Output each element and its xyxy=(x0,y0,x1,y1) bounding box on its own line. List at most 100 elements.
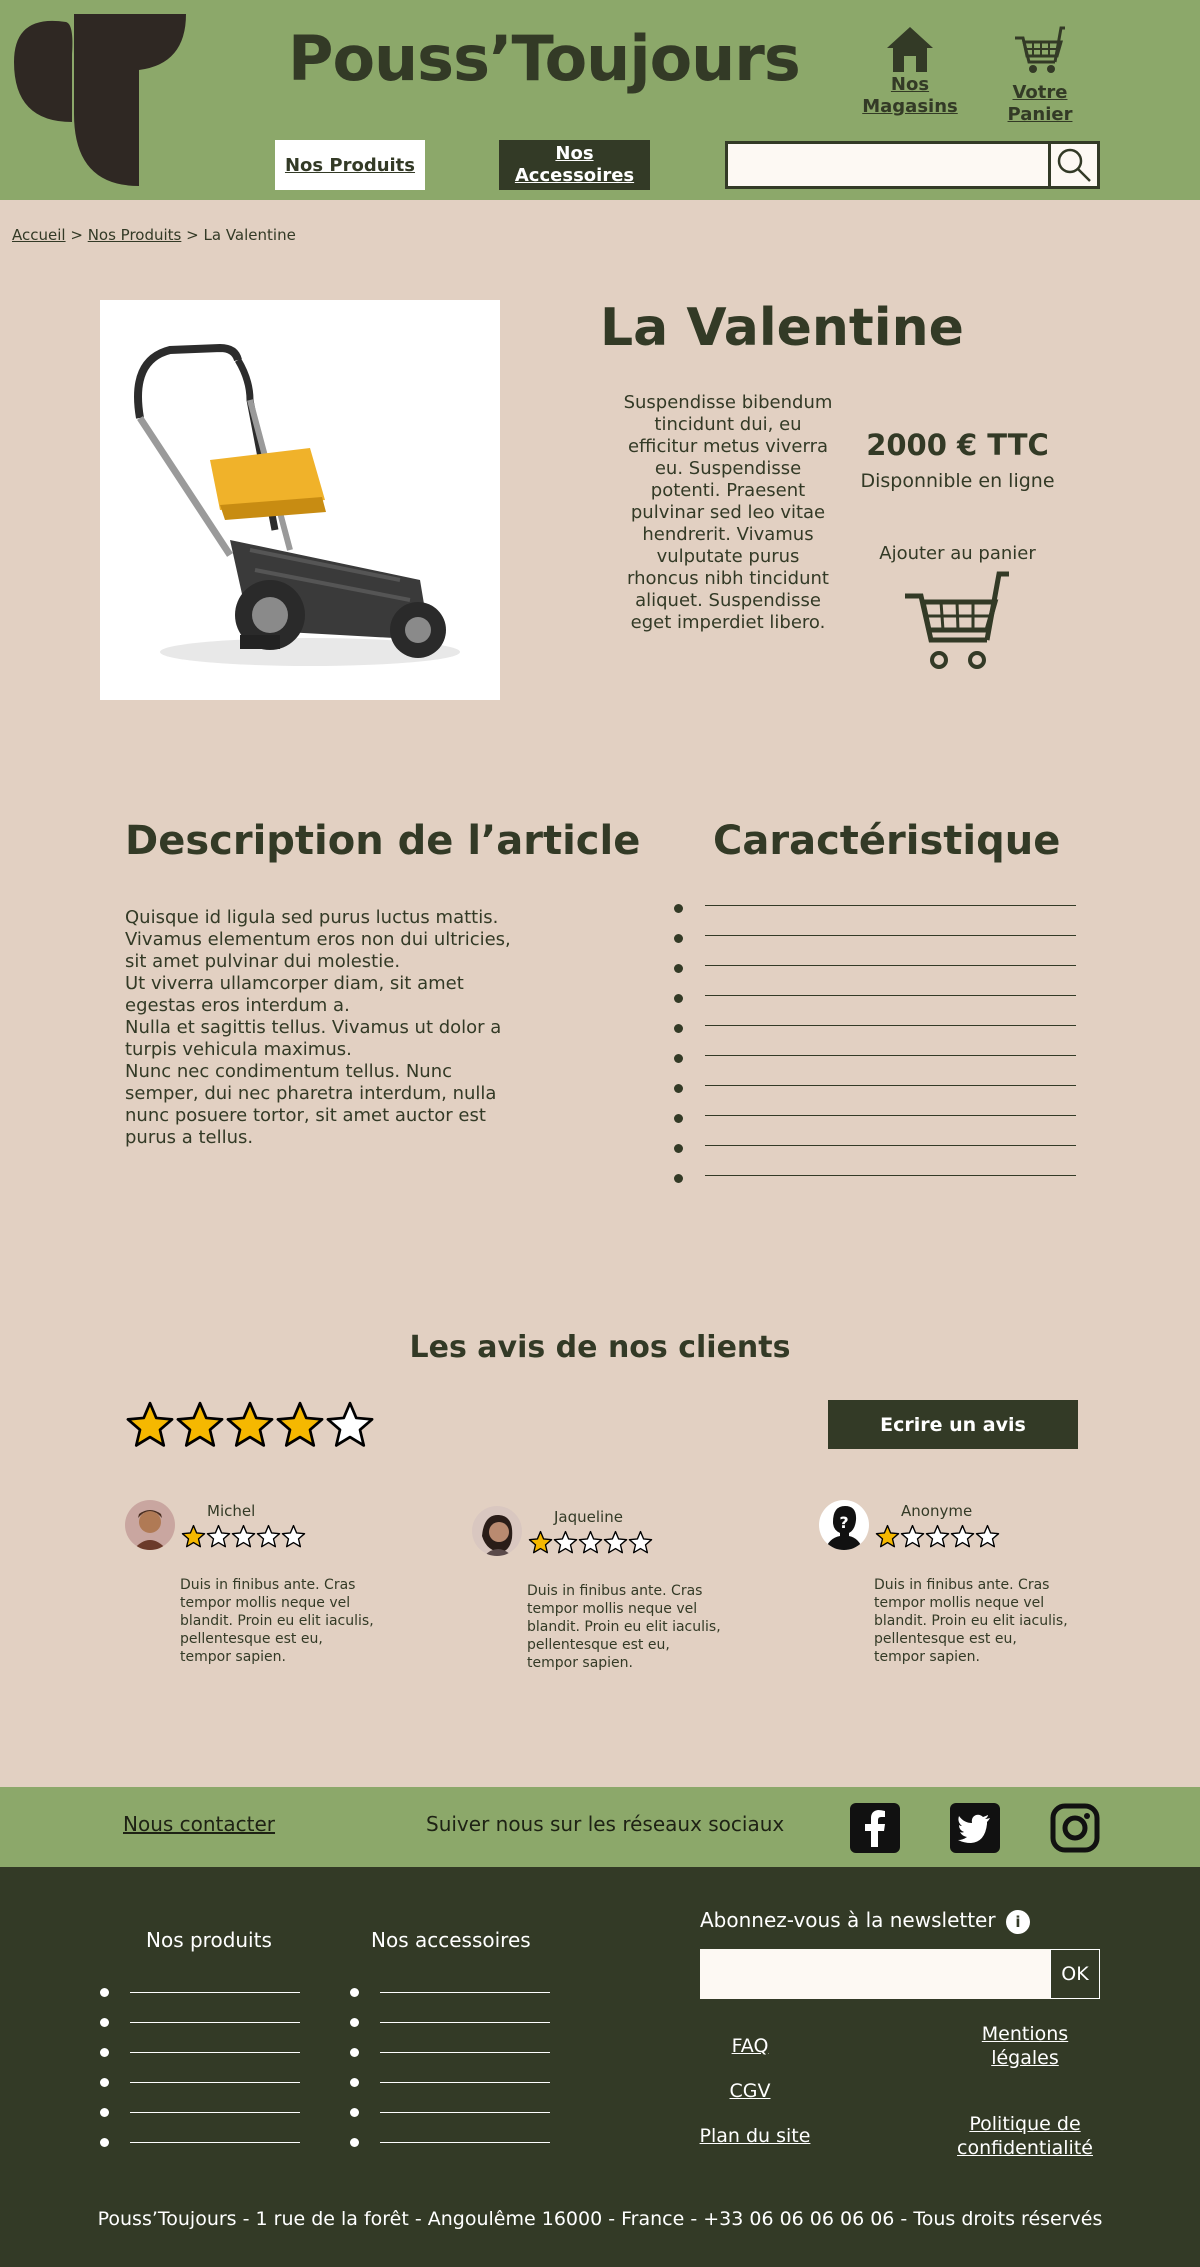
newsletter-submit-button[interactable]: OK xyxy=(1050,1949,1100,1999)
product-title: La Valentine xyxy=(600,298,964,358)
footer-list-item[interactable] xyxy=(350,2069,550,2099)
star-filled-icon xyxy=(181,1524,206,1548)
add-to-cart-icon[interactable] xyxy=(903,568,1013,672)
privacy-policy-link[interactable]: Politique de confidentialité xyxy=(930,2112,1120,2160)
spec-placeholder-line xyxy=(705,995,1076,996)
contact-link[interactable]: Nous contacter xyxy=(123,1812,275,1836)
star-empty-icon xyxy=(925,1524,950,1548)
bullet-dot xyxy=(674,904,683,913)
faq-link[interactable]: FAQ xyxy=(700,2034,800,2058)
breadcrumb-current: La Valentine xyxy=(203,226,296,244)
footer-accessories-title: Nos accessoires xyxy=(371,1928,531,1952)
footer-placeholder-line xyxy=(380,1992,550,1993)
spec-placeholder-line xyxy=(705,1085,1076,1086)
site-header: Pouss’Toujours Nos Magasins Votre Panier… xyxy=(0,0,1200,200)
facebook-icon[interactable] xyxy=(850,1803,900,1853)
bullet-dot xyxy=(674,1174,683,1183)
footer-social-bar: Nous contacter Suiver nous sur les résea… xyxy=(0,1787,1200,1867)
cgv-link[interactable]: CGV xyxy=(700,2079,800,2103)
description-paragraph: Quisque id ligula sed purus luctus matti… xyxy=(125,907,511,972)
bullet-dot xyxy=(100,2048,109,2057)
spec-item xyxy=(672,1165,1076,1195)
footer-accessories-list xyxy=(350,1979,550,2159)
footer-placeholder-line xyxy=(380,2082,550,2083)
bullet-dot xyxy=(674,964,683,973)
footer-list-item[interactable] xyxy=(100,2009,300,2039)
specs-list xyxy=(672,895,1076,1195)
footer-list-item[interactable] xyxy=(100,2129,300,2159)
sitemap-link[interactable]: Plan du site xyxy=(690,2124,820,2148)
footer-list-item[interactable] xyxy=(100,2039,300,2069)
bullet-dot xyxy=(674,1084,683,1093)
reviewer-name: Anonyme xyxy=(901,1502,973,1520)
stores-link[interactable]: Nos Magasins xyxy=(862,24,958,118)
twitter-icon[interactable] xyxy=(950,1803,1000,1853)
bullet-dot xyxy=(350,2108,359,2117)
footer-list-item[interactable] xyxy=(350,2129,550,2159)
specs-title: Caractéristique xyxy=(713,818,1061,864)
nav-accessories-button[interactable]: Nos Accessoires xyxy=(499,140,650,190)
spec-placeholder-line xyxy=(705,1115,1076,1116)
footer-list-item[interactable] xyxy=(100,2069,300,2099)
review-rating-stars xyxy=(528,1530,653,1559)
bullet-dot xyxy=(674,1114,683,1123)
spec-placeholder-line xyxy=(705,935,1076,936)
footer-list-item[interactable] xyxy=(100,1979,300,2009)
footer-placeholder-line xyxy=(130,1992,300,1993)
star-empty-icon xyxy=(326,1401,374,1447)
bullet-dot xyxy=(350,2138,359,2147)
footer-placeholder-line xyxy=(130,2052,300,2053)
search-button[interactable] xyxy=(1048,141,1100,189)
legal-notice-link[interactable]: Mentions légales xyxy=(950,2022,1100,2070)
sprout-logo-icon[interactable] xyxy=(14,14,186,186)
brand-name: Pouss’Toujours xyxy=(288,22,801,95)
footer-placeholder-line xyxy=(380,2142,550,2143)
spec-item xyxy=(672,1015,1076,1045)
description-paragraph: Nulla et sagittis tellus. Vivamus ut dol… xyxy=(125,1017,502,1060)
breadcrumb-products[interactable]: Nos Produits xyxy=(88,226,182,244)
product-short-description: Suspendisse bibendum tincidunt dui, eu e… xyxy=(623,392,833,633)
product-image[interactable] xyxy=(100,300,500,700)
info-icon[interactable]: i xyxy=(1005,1909,1030,1934)
footer-list-item[interactable] xyxy=(350,2039,550,2069)
cart-label: Votre Panier xyxy=(1007,82,1073,125)
instagram-icon[interactable] xyxy=(1050,1803,1100,1853)
bullet-dot xyxy=(674,1144,683,1153)
footer-placeholder-line xyxy=(380,2052,550,2053)
search-icon xyxy=(1057,148,1091,182)
bullet-dot xyxy=(100,2018,109,2027)
star-filled-icon xyxy=(176,1401,224,1447)
footer-list-item[interactable] xyxy=(350,2009,550,2039)
bullet-dot xyxy=(674,994,683,1003)
footer-list-item[interactable] xyxy=(100,2099,300,2129)
cart-link[interactable]: Votre Panier xyxy=(980,24,1100,126)
footer-list-item[interactable] xyxy=(350,2099,550,2129)
search-input[interactable] xyxy=(725,141,1050,189)
nav-products-button[interactable]: Nos Produits xyxy=(275,140,425,190)
spec-item xyxy=(672,895,1076,925)
bullet-dot xyxy=(100,2138,109,2147)
add-to-cart-label[interactable]: Ajouter au panier xyxy=(835,543,1080,564)
overall-rating-stars xyxy=(125,1400,375,1454)
write-review-button[interactable]: Ecrire un avis xyxy=(828,1400,1078,1449)
newsletter-email-input[interactable] xyxy=(700,1949,1050,1999)
bullet-dot xyxy=(100,1988,109,1997)
footer-list-item[interactable] xyxy=(350,1979,550,2009)
star-empty-icon xyxy=(281,1524,306,1548)
spec-placeholder-line xyxy=(705,905,1076,906)
article-description: Quisque id ligula sed purus luctus matti… xyxy=(125,907,525,1149)
footer-placeholder-line xyxy=(380,2112,550,2113)
social-follow-text: Suiver nous sur les réseaux sociaux xyxy=(426,1812,785,1836)
star-empty-icon xyxy=(975,1524,1000,1548)
star-empty-icon xyxy=(553,1530,578,1554)
spec-placeholder-line xyxy=(705,965,1076,966)
reviews-title: Les avis de nos clients xyxy=(409,1330,791,1365)
star-filled-icon xyxy=(126,1401,174,1447)
breadcrumb-separator: > xyxy=(70,226,83,244)
site-footer: Nos produits Nos accessoires Abonnez-vou… xyxy=(0,1867,1200,2267)
cart-icon xyxy=(1015,26,1065,73)
breadcrumb-home[interactable]: Accueil xyxy=(12,226,66,244)
review-text: Duis in finibus ante. Cras tempor mollis… xyxy=(180,1577,374,1665)
footer-placeholder-line xyxy=(130,2142,300,2143)
spec-placeholder-line xyxy=(705,1055,1076,1056)
